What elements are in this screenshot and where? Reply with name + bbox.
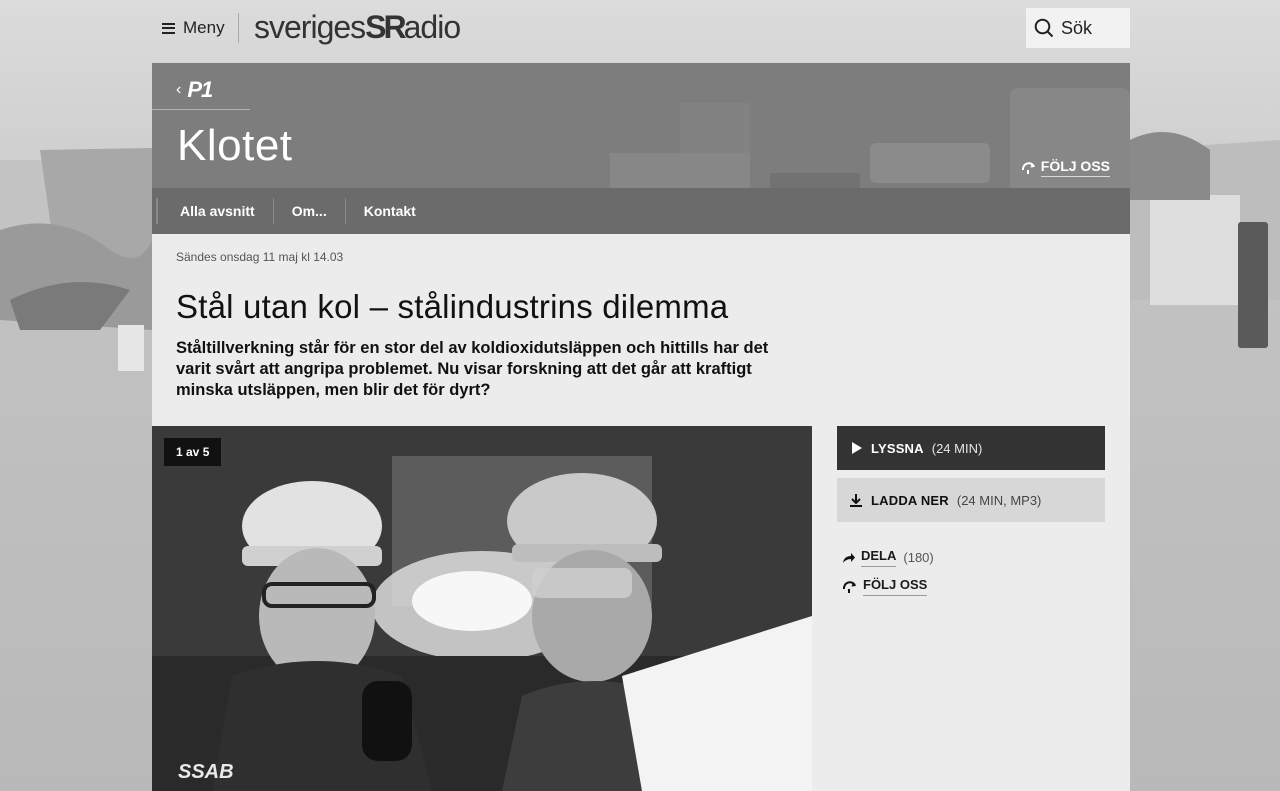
download-button[interactable]: LADDA NER (24 MIN, MP3)	[837, 478, 1105, 522]
chevron-left-icon: ‹	[176, 81, 182, 98]
logo-text-right: adio	[403, 9, 461, 45]
sveriges-radio-logo[interactable]: sverigesSRadio	[254, 9, 461, 46]
back-link-underline	[152, 109, 250, 110]
hamburger-icon	[162, 22, 175, 34]
listen-button[interactable]: LYSSNA (24 MIN)	[837, 426, 1105, 470]
download-meta: (24 MIN, MP3)	[956, 492, 1042, 508]
image-counter: 1 av 5	[164, 438, 222, 466]
listen-label: LYSSNA	[871, 440, 924, 456]
episode-content: Sändes onsdag 11 maj kl 14.03 Stål utan …	[152, 234, 1130, 791]
follow-episode-label: FÖLJ OSS	[863, 577, 928, 596]
program-header: ‹ P1 Klotet FÖLJ OSS Alla avsnitt Om... …	[152, 63, 1130, 234]
download-icon	[850, 494, 862, 507]
follow-program-button[interactable]: FÖLJ OSS	[1021, 158, 1110, 177]
search-icon	[1034, 18, 1054, 38]
ssab-jacket-text: SSAB	[178, 761, 234, 783]
program-subnav: Alla avsnitt Om... Kontakt	[152, 188, 1130, 234]
episode-lead: Ståltillverkning står för en stor del av…	[176, 339, 769, 399]
share-arrow-icon	[843, 552, 855, 563]
listen-duration: (24 MIN)	[931, 440, 983, 456]
program-title: Klotet	[177, 121, 293, 170]
download-label: LADDA NER	[871, 492, 949, 508]
share-label: DELA	[861, 548, 897, 567]
share-count: (180)	[903, 550, 934, 565]
menu-button[interactable]: Meny	[162, 14, 225, 42]
subnav-contact[interactable]: Kontakt	[344, 198, 434, 224]
menu-label: Meny	[183, 18, 225, 37]
subnav-all-episodes[interactable]: Alla avsnitt	[156, 198, 273, 224]
subnav-about[interactable]: Om...	[272, 198, 345, 224]
episode-title: Stål utan kol – stålindustrins dilemma	[176, 288, 729, 325]
search-label: Sök	[1061, 17, 1093, 38]
p1-logo: P1	[187, 77, 213, 102]
site-header: Meny sverigesSRadio Sök	[152, 0, 1130, 58]
logo-mark: SR	[365, 9, 406, 45]
back-to-p1-link[interactable]: ‹ P1	[176, 77, 213, 103]
follow-program-label: FÖLJ OSS	[1040, 158, 1110, 177]
follow-icon	[842, 580, 856, 593]
logo-text-left: sveriges	[254, 9, 366, 45]
follow-episode-button[interactable]: FÖLJ OSS	[842, 577, 928, 596]
steelworkers-photo	[152, 426, 812, 791]
play-icon	[852, 442, 862, 454]
broadcast-time: Sändes onsdag 11 maj kl 14.03	[176, 250, 344, 264]
share-button[interactable]: DELA (180)	[842, 548, 934, 567]
follow-icon	[1021, 161, 1035, 174]
search-button[interactable]: Sök	[1026, 8, 1130, 48]
episode-image-carousel[interactable]: 1 av 5 SSAB	[152, 426, 812, 791]
header-divider	[238, 13, 239, 43]
